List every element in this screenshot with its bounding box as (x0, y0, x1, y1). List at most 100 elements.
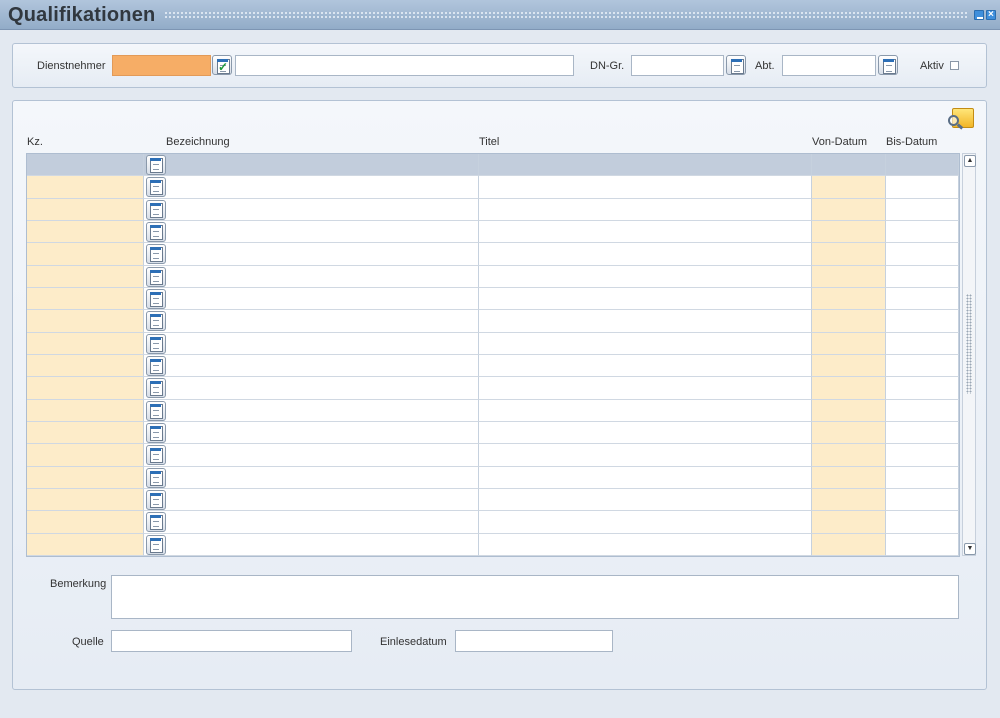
table-row[interactable] (27, 422, 959, 445)
table-row[interactable] (27, 466, 959, 489)
row-lookup-button[interactable] (146, 177, 166, 198)
cell-von[interactable] (812, 221, 886, 244)
row-lookup-button[interactable] (146, 289, 166, 310)
cell-kz[interactable] (27, 444, 144, 467)
cell-kz[interactable] (27, 422, 144, 445)
cell-von[interactable] (812, 511, 886, 534)
cell-kz[interactable] (27, 377, 144, 400)
table-row[interactable] (27, 176, 959, 199)
row-lookup-button[interactable] (146, 400, 166, 421)
row-lookup-button[interactable] (146, 490, 166, 511)
cell-von[interactable] (812, 489, 886, 512)
row-lookup-button[interactable] (146, 155, 166, 176)
cell-von[interactable] (812, 332, 886, 355)
row-lookup-button[interactable] (146, 512, 166, 533)
row-lookup-button[interactable] (146, 266, 166, 287)
cell-von[interactable] (812, 198, 886, 221)
confirm-lookup-button[interactable]: ✓ (212, 55, 232, 75)
table-row[interactable] (27, 533, 959, 556)
cell-bezeichnung[interactable] (144, 154, 479, 177)
dngr-input[interactable] (631, 55, 724, 76)
table-row[interactable] (27, 444, 959, 467)
cell-bis[interactable] (886, 176, 959, 199)
cell-kz[interactable] (27, 221, 144, 244)
cell-bezeichnung[interactable] (144, 422, 479, 445)
dienstnehmer-code-input[interactable] (112, 55, 211, 76)
cell-kz[interactable] (27, 176, 144, 199)
cell-bis[interactable] (886, 399, 959, 422)
cell-kz[interactable] (27, 332, 144, 355)
cell-von[interactable] (812, 444, 886, 467)
table-row[interactable] (27, 221, 959, 244)
cell-kz[interactable] (27, 288, 144, 311)
cell-kz[interactable] (27, 466, 144, 489)
row-lookup-button[interactable] (146, 333, 166, 354)
table-row[interactable] (27, 288, 959, 311)
cell-titel[interactable] (479, 399, 812, 422)
cell-kz[interactable] (27, 198, 144, 221)
cell-von[interactable] (812, 310, 886, 333)
table-row[interactable] (27, 310, 959, 333)
close-icon[interactable]: × (986, 9, 996, 20)
row-lookup-button[interactable] (146, 222, 166, 243)
cell-bezeichnung[interactable] (144, 466, 479, 489)
table-row[interactable] (27, 355, 959, 378)
cell-bis[interactable] (886, 511, 959, 534)
cell-bezeichnung[interactable] (144, 332, 479, 355)
table-row[interactable] (27, 399, 959, 422)
cell-bezeichnung[interactable] (144, 399, 479, 422)
cell-bezeichnung[interactable] (144, 489, 479, 512)
cell-von[interactable] (812, 154, 886, 177)
table-row[interactable] (27, 489, 959, 512)
cell-kz[interactable] (27, 243, 144, 266)
cell-kz[interactable] (27, 355, 144, 378)
cell-bezeichnung[interactable] (144, 355, 479, 378)
cell-bezeichnung[interactable] (144, 511, 479, 534)
cell-bis[interactable] (886, 221, 959, 244)
cell-titel[interactable] (479, 221, 812, 244)
dngr-lookup-button[interactable] (726, 55, 746, 75)
cell-titel[interactable] (479, 176, 812, 199)
cell-kz[interactable] (27, 511, 144, 534)
cell-titel[interactable] (479, 154, 812, 177)
row-lookup-button[interactable] (146, 311, 166, 332)
cell-von[interactable] (812, 288, 886, 311)
row-lookup-button[interactable] (146, 199, 166, 220)
aktiv-checkbox[interactable] (950, 61, 959, 70)
cell-bis[interactable] (886, 355, 959, 378)
cell-titel[interactable] (479, 511, 812, 534)
scroll-up-icon[interactable]: ▲ (964, 155, 976, 167)
cell-bezeichnung[interactable] (144, 288, 479, 311)
cell-bezeichnung[interactable] (144, 221, 479, 244)
einlesedatum-input[interactable] (455, 630, 613, 652)
cell-bis[interactable] (886, 466, 959, 489)
abt-input[interactable] (782, 55, 876, 76)
cell-bezeichnung[interactable] (144, 310, 479, 333)
quelle-input[interactable] (111, 630, 352, 652)
cell-titel[interactable] (479, 288, 812, 311)
cell-kz[interactable] (27, 265, 144, 288)
table-row[interactable] (27, 511, 959, 534)
cell-bis[interactable] (886, 377, 959, 400)
table-row[interactable] (27, 198, 959, 221)
cell-titel[interactable] (479, 422, 812, 445)
cell-titel[interactable] (479, 310, 812, 333)
cell-bezeichnung[interactable] (144, 444, 479, 467)
row-lookup-button[interactable] (146, 467, 166, 488)
cell-titel[interactable] (479, 377, 812, 400)
cell-titel[interactable] (479, 444, 812, 467)
cell-bezeichnung[interactable] (144, 377, 479, 400)
cell-bis[interactable] (886, 332, 959, 355)
cell-kz[interactable] (27, 533, 144, 556)
cell-kz[interactable] (27, 489, 144, 512)
cell-von[interactable] (812, 377, 886, 400)
cell-bezeichnung[interactable] (144, 198, 479, 221)
cell-bezeichnung[interactable] (144, 265, 479, 288)
cell-bis[interactable] (886, 288, 959, 311)
cell-von[interactable] (812, 176, 886, 199)
cell-bezeichnung[interactable] (144, 243, 479, 266)
table-scrollbar[interactable]: ▲ ▼ (962, 153, 976, 556)
cell-titel[interactable] (479, 198, 812, 221)
cell-kz[interactable] (27, 310, 144, 333)
table-row[interactable] (27, 154, 959, 177)
